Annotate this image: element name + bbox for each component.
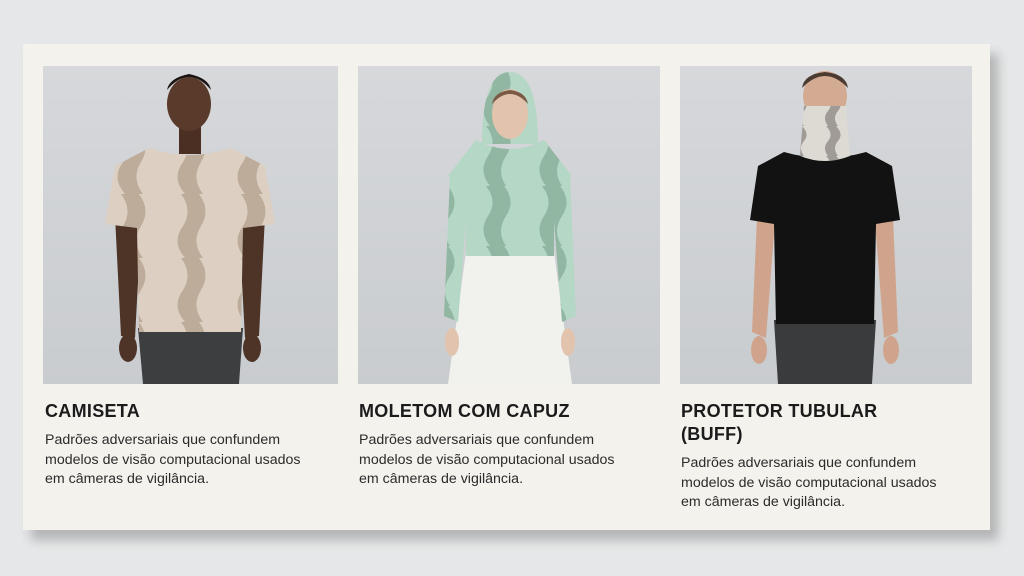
buff-model-photo xyxy=(680,66,972,384)
product-title: MOLETOM COM CAPUZ xyxy=(359,401,570,421)
product-card-hoodie[interactable]: MOLETOM COM CAPUZ Padrões adversariais q… xyxy=(358,66,660,490)
product-title: CAMISETA xyxy=(45,401,141,421)
product-card-buff[interactable]: PROTETOR TUBULAR (BUFF) Padrões adversar… xyxy=(680,66,972,513)
product-description: Padrões adversariais que confundem model… xyxy=(359,432,615,487)
product-card-tshirt[interactable]: CAMISETA Padrões adversariais que confun… xyxy=(43,66,338,490)
product-panel: CAMISETA Padrões adversariais que confun… xyxy=(23,44,990,530)
hoodie-model-photo xyxy=(358,66,660,384)
product-description: Padrões adversariais que confundem model… xyxy=(681,455,937,510)
tshirt-model-photo xyxy=(43,66,338,384)
product-title: PROTETOR TUBULAR (BUFF) xyxy=(681,401,878,444)
product-description: Padrões adversariais que confundem model… xyxy=(45,432,301,487)
